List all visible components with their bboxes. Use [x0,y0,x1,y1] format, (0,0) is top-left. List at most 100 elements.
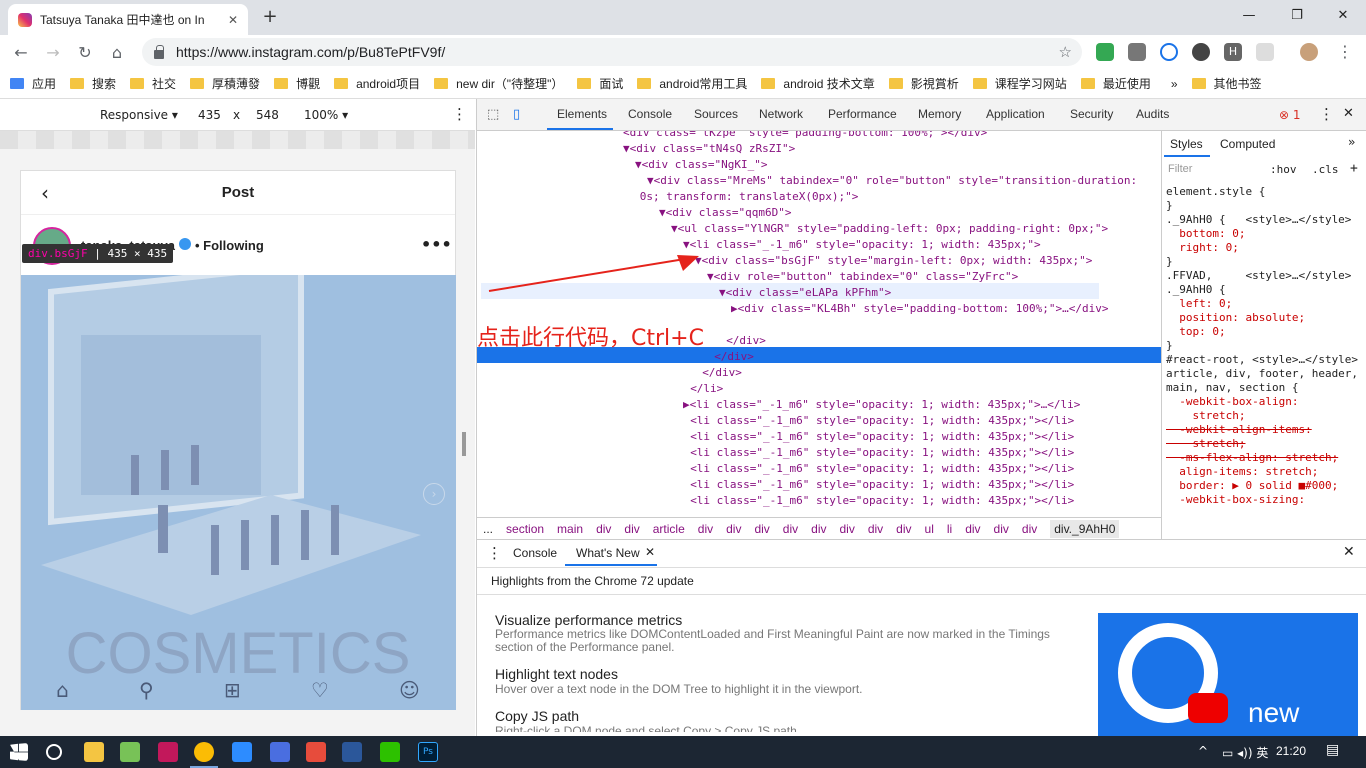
new-tab-button[interactable]: + [258,6,282,30]
dom-line[interactable]: <li class="_-1_m6" style="opacity: 1; wi… [690,429,1074,445]
word-icon[interactable] [342,742,362,762]
chrome-72-promo-image[interactable]: new [1098,613,1358,737]
news-title[interactable]: Visualize performance metrics [495,612,1065,628]
bookmark-star-icon[interactable]: ☆ [1059,43,1072,61]
more-bookmarks-icon[interactable]: » [1171,77,1178,91]
bookmark-folder[interactable]: new dir（"待整理"） [434,75,563,92]
dom-line[interactable]: <div class="tKzpe" style="padding-bottom… [623,131,987,141]
extension-play-icon[interactable] [1160,43,1178,61]
more-options-icon[interactable]: ••• [421,235,452,254]
tab-styles[interactable]: Styles [1170,137,1203,151]
back-icon[interactable]: ← [10,42,32,64]
more-tabs-icon[interactable]: » [1348,135,1355,149]
bookmark-folder[interactable]: android项目 [334,75,420,92]
inspect-icon[interactable]: ⬚ [487,107,499,122]
device-mode-select[interactable]: Responsive ▾ [100,108,178,122]
minimize-button[interactable]: — [1226,0,1272,32]
bookmark-folder[interactable]: android 技术文章 [761,75,875,92]
extension-shield-icon[interactable] [1096,43,1114,61]
start-icon[interactable] [10,743,28,761]
dom-line[interactable]: <li class="_-1_m6" style="opacity: 1; wi… [690,445,1074,461]
news-title[interactable]: Highlight text nodes [495,666,1065,682]
heart-icon[interactable]: ♡ [311,678,329,702]
breadcrumb-item[interactable]: li [947,522,952,536]
extension-h-icon[interactable]: H [1224,43,1242,61]
dom-line[interactable]: <li class="_-1_m6" style="opacity: 1; wi… [690,461,1074,477]
restore-button[interactable]: ❐ [1274,0,1320,32]
close-whats-new-icon[interactable]: ✕ [645,545,655,559]
tab-network[interactable]: Network [759,107,803,121]
dom-line[interactable]: ▼<div class="eLAPa kPFhm"> [719,285,891,301]
error-badge[interactable]: ⊗ 1 [1279,108,1301,122]
close-drawer-icon[interactable]: ✕ [1343,544,1355,560]
breadcrumb-item[interactable]: ... [483,522,493,536]
bookmark-folder[interactable]: 课程学习网站 [972,75,1067,92]
extension-icon[interactable] [1192,43,1210,61]
bookmark-folder[interactable]: 社交 [130,75,176,92]
breadcrumb-item[interactable]: div [868,522,883,536]
breadcrumb-item[interactable]: div [1022,522,1037,536]
zoom-select[interactable]: 100% ▾ [304,108,348,122]
tab-application[interactable]: Application [986,107,1045,121]
breadcrumb-item[interactable]: div [896,522,911,536]
dom-line[interactable]: </div> [714,349,754,365]
drawer-menu-icon[interactable]: ⋮ [487,544,502,562]
dom-line[interactable]: ▶<div class="KL4Bh" style="padding-botto… [731,301,1109,317]
bookmark-folder[interactable]: 厚積薄發 [190,75,260,92]
tab-audits[interactable]: Audits [1136,107,1169,121]
breadcrumb-item[interactable]: div [839,522,854,536]
bookmark-folder[interactable]: 面试 [577,75,623,92]
menu-kebab-icon[interactable]: ⋮ [1334,41,1356,63]
tray-icons[interactable]: ▭ ◂)) 英 [1222,744,1268,761]
add-post-icon[interactable]: ⊞ [224,678,241,702]
forward-icon[interactable]: → [42,42,64,64]
bookmark-folder[interactable]: 影視賞析 [888,75,959,92]
profile-avatar[interactable] [1300,43,1318,61]
tray-chevron-icon[interactable]: ^ [1198,744,1208,758]
add-rule-icon[interactable]: + [1350,161,1358,176]
drawer-tab-console[interactable]: Console [513,546,557,560]
breadcrumb-item[interactable]: main [557,522,583,536]
chrome-icon[interactable] [194,742,214,762]
dom-line[interactable]: ▼<div class="MreMs" tabindex="0" role="b… [647,173,1137,189]
dom-line[interactable]: ▼<ul class="YlNGR" style="padding-left: … [671,221,1108,237]
dom-line[interactable]: <li class="_-1_m6" style="opacity: 1; wi… [690,413,1074,429]
breadcrumb-item[interactable]: div [596,522,611,536]
resize-handle[interactable] [462,432,466,456]
styles-filter-input[interactable]: Filter [1168,163,1192,175]
breadcrumb-item[interactable]: div._9AhH0 [1050,519,1120,538]
breadcrumb-item[interactable]: div [965,522,980,536]
bookmark-apps[interactable]: 应用 [10,75,56,92]
dom-line[interactable]: <li class="_-1_m6" style="opacity: 1; wi… [690,477,1074,493]
breadcrumb-item[interactable]: section [506,522,544,536]
news-title[interactable]: Copy JS path [495,708,1065,724]
following-status[interactable]: • Following [195,238,264,253]
dom-line[interactable]: <div class="_9AhH0"></div> == $0 [738,317,950,333]
bookmark-folder[interactable]: 最近使用 [1080,75,1151,92]
dom-line[interactable]: ▼<div role="button" tabindex="0" class="… [707,269,1018,285]
file-explorer-icon[interactable] [84,742,104,762]
app-icon[interactable] [270,742,290,762]
tab-performance[interactable]: Performance [828,107,897,121]
tab-computed[interactable]: Computed [1220,137,1275,151]
drawer-tab-whats-new[interactable]: What's New [576,546,640,560]
breadcrumb-item[interactable]: div [754,522,769,536]
next-image-chevron-icon[interactable]: › [423,483,445,505]
tab-sources[interactable]: Sources [694,107,738,121]
close-devtools-icon[interactable]: ✕ [1343,106,1354,121]
bookmark-folder[interactable]: 搜索 [70,75,116,92]
breadcrumb-item[interactable]: div [811,522,826,536]
photoshop-icon[interactable]: Ps [418,742,438,762]
breadcrumb-item[interactable]: ul [925,522,934,536]
extension-icon[interactable] [1128,43,1146,61]
dom-line[interactable]: ▼<div class="NgKI_"> [635,157,767,173]
notifications-icon[interactable]: ▤ [1326,742,1339,758]
device-more-icon[interactable]: ⋮ [452,105,467,123]
breadcrumb-item[interactable]: article [653,522,685,536]
bookmark-other[interactable]: 其他书签 [1191,75,1262,92]
extension-icon[interactable] [1256,43,1274,61]
tab-memory[interactable]: Memory [918,107,961,121]
app-icon[interactable] [232,742,252,762]
home-icon[interactable]: ⌂ [106,42,128,64]
android-studio-icon[interactable] [120,742,140,762]
